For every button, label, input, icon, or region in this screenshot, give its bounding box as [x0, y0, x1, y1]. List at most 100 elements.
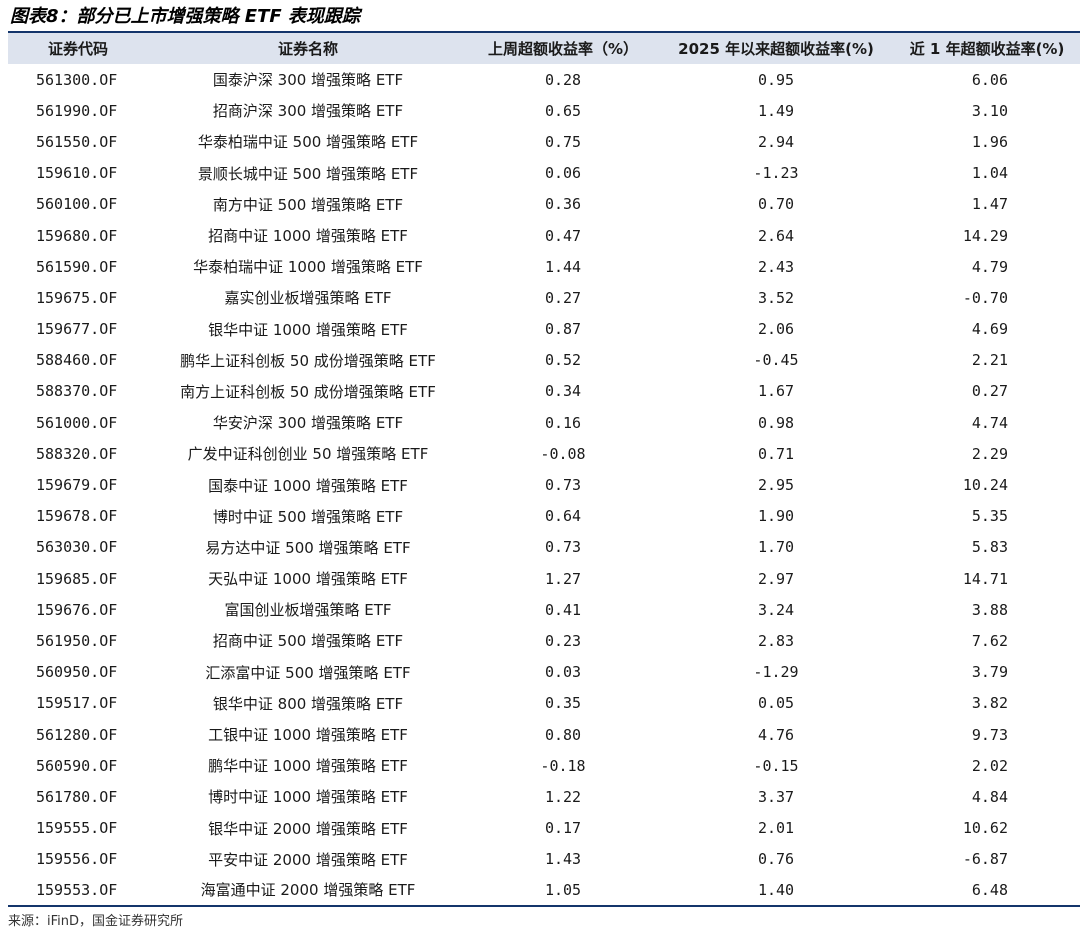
- cell-security-code: 560100.OF: [36, 195, 118, 214]
- cell-security-name: 汇添富中证 500 增强策略 ETF: [205, 663, 411, 682]
- cell-ytd-excess: 1.90: [757, 507, 795, 526]
- cell-ytd-excess: 2.01: [757, 819, 795, 838]
- cell-ytd-excess: 2.43: [757, 257, 795, 276]
- cell-security-name: 天弘中证 1000 增强策略 ETF: [208, 570, 408, 589]
- cell-1y-excess: 7.62: [971, 631, 1008, 650]
- cell-ytd-excess: 2.64: [757, 226, 795, 245]
- cell-1y-excess: 0.27: [971, 382, 1008, 401]
- table-row: 561000.OF 华安沪深 300 增强策略 ETF 0.16 0.98 4.74: [8, 407, 1080, 438]
- cell-security-name: 国泰沪深 300 增强策略 ETF: [212, 71, 404, 90]
- cell-security-name: 招商中证 500 增强策略 ETF: [212, 632, 404, 651]
- cell-last-week-excess: 0.06: [544, 164, 582, 183]
- table-row: 588370.OF 南方上证科创板 50 成份增强策略 ETF 0.34 1.67 0.…: [8, 376, 1080, 407]
- cell-last-week-excess: 1.22: [544, 787, 582, 806]
- table-row: 561590.OF 华泰柏瑞中证 1000 增强策略 ETF 1.44 2.43 4.7…: [8, 251, 1080, 282]
- header-1y-excess: 近 1 年超额收益率(%): [909, 40, 1065, 58]
- cell-1y-excess: -0.70: [962, 288, 1008, 307]
- cell-security-name: 华泰柏瑞中证 1000 增强策略 ETF: [193, 258, 423, 277]
- cell-ytd-excess: 0.98: [757, 413, 795, 432]
- cell-security-name: 富国创业板增强策略 ETF: [224, 601, 392, 620]
- cell-ytd-excess: 2.06: [757, 320, 795, 339]
- cell-1y-excess: 5.83: [971, 538, 1008, 557]
- table-row: 159675.OF 嘉实创业板增强策略 ETF 0.27 3.52 -0.70: [8, 282, 1080, 313]
- cell-security-code: 561780.OF: [36, 787, 118, 806]
- cell-security-code: 159675.OF: [36, 288, 118, 307]
- cell-ytd-excess: 1.70: [757, 538, 795, 557]
- cell-1y-excess: 4.84: [971, 787, 1008, 806]
- cell-ytd-excess: 3.24: [757, 600, 795, 619]
- cell-last-week-excess: 0.80: [544, 725, 582, 744]
- cell-security-code: 561280.OF: [36, 725, 118, 744]
- cell-1y-excess: 3.82: [971, 694, 1008, 713]
- table-row: 588460.OF 鹏华上证科创板 50 成份增强策略 ETF 0.52 -0.45 2…: [8, 345, 1080, 376]
- header-security-code: 证券代码: [47, 40, 108, 58]
- cell-security-name: 平安中证 2000 增强策略 ETF: [208, 850, 408, 869]
- cell-1y-excess: 1.96: [971, 132, 1008, 151]
- cell-last-week-excess: 0.47: [544, 226, 582, 245]
- table-row: 563030.OF 易方达中证 500 增强策略 ETF 0.73 1.70 5.83: [8, 532, 1080, 563]
- table-row: 159676.OF 富国创业板增强策略 ETF 0.41 3.24 3.88: [8, 594, 1080, 625]
- cell-security-name: 招商沪深 300 增强策略 ETF: [212, 102, 404, 121]
- cell-1y-excess: 10.62: [962, 819, 1008, 838]
- cell-ytd-excess: 3.37: [757, 787, 795, 806]
- cell-security-name: 鹏华中证 1000 增强策略 ETF: [208, 757, 408, 776]
- cell-1y-excess: 2.02: [971, 756, 1008, 775]
- cell-last-week-excess: 0.75: [544, 132, 582, 151]
- cell-ytd-excess: 1.40: [757, 880, 795, 899]
- cell-last-week-excess: 0.16: [544, 413, 582, 432]
- cell-ytd-excess: -1.29: [753, 663, 799, 682]
- table-row: 561280.OF 工银中证 1000 增强策略 ETF 0.80 4.76 9.73: [8, 719, 1080, 750]
- table-row: 561550.OF 华泰柏瑞中证 500 增强策略 ETF 0.75 2.94 1.96: [8, 126, 1080, 157]
- cell-last-week-excess: 0.73: [544, 476, 582, 495]
- cell-security-name: 银华中证 2000 增强策略 ETF: [208, 819, 408, 838]
- cell-security-name: 华安沪深 300 增强策略 ETF: [212, 414, 404, 433]
- cell-security-name: 招商中证 1000 增强策略 ETF: [208, 227, 408, 246]
- cell-security-name: 工银中证 1000 增强策略 ETF: [208, 726, 408, 745]
- cell-security-name: 海富通中证 2000 增强策略 ETF: [200, 881, 416, 900]
- cell-security-code: 560590.OF: [36, 756, 118, 775]
- table-body: 561300.OF 国泰沪深 300 增强策略 ETF 0.28 0.95 6.06 56…: [8, 64, 1080, 907]
- cell-security-name: 南方中证 500 增强策略 ETF: [212, 195, 404, 214]
- cell-ytd-excess: 0.95: [757, 70, 795, 89]
- cell-security-code: 561590.OF: [36, 257, 118, 276]
- cell-security-code: 588370.OF: [36, 382, 118, 401]
- cell-last-week-excess: 1.27: [544, 569, 582, 588]
- cell-ytd-excess: 3.52: [757, 288, 795, 307]
- cell-security-name: 银华中证 1000 增强策略 ETF: [208, 320, 408, 339]
- cell-last-week-excess: 1.44: [544, 257, 582, 276]
- table-row: 561300.OF 国泰沪深 300 增强策略 ETF 0.28 0.95 6.06: [8, 64, 1080, 95]
- cell-ytd-excess: 0.70: [757, 195, 795, 214]
- cell-security-name: 国泰中证 1000 增强策略 ETF: [208, 476, 408, 495]
- table-row: 560950.OF 汇添富中证 500 增强策略 ETF 0.03 -1.29 3.79: [8, 657, 1080, 688]
- cell-security-code: 159555.OF: [36, 819, 118, 838]
- cell-last-week-excess: 0.35: [544, 694, 582, 713]
- cell-ytd-excess: 0.71: [757, 444, 795, 463]
- cell-security-code: 159677.OF: [36, 320, 118, 339]
- cell-last-week-excess: 0.65: [544, 101, 582, 120]
- cell-security-code: 159676.OF: [36, 600, 118, 619]
- cell-1y-excess: 6.06: [971, 70, 1008, 89]
- cell-ytd-excess: 0.76: [757, 850, 795, 869]
- cell-security-code: 561990.OF: [36, 101, 118, 120]
- cell-last-week-excess: 1.05: [544, 880, 582, 899]
- table-row: 159556.OF 平安中证 2000 增强策略 ETF 1.43 0.76 -6.87: [8, 844, 1080, 875]
- cell-ytd-excess: -0.45: [753, 351, 799, 370]
- cell-security-code: 561000.OF: [36, 413, 118, 432]
- cell-security-name: 银华中证 800 增强策略 ETF: [212, 694, 404, 713]
- cell-last-week-excess: 0.52: [544, 351, 582, 370]
- cell-security-code: 159610.OF: [36, 164, 118, 183]
- table-row: 159517.OF 银华中证 800 增强策略 ETF 0.35 0.05 3.82: [8, 688, 1080, 719]
- cell-ytd-excess: 2.94: [757, 132, 795, 151]
- cell-1y-excess: 6.48: [971, 880, 1008, 899]
- cell-security-code: 159685.OF: [36, 569, 118, 588]
- cell-1y-excess: 1.04: [971, 164, 1008, 183]
- cell-1y-excess: 2.21: [971, 351, 1008, 370]
- etf-performance-table: 证券代码 证券名称 上周超额收益率（%） 2025 年以来超额收益率(%) 近 …: [8, 31, 1080, 907]
- cell-1y-excess: -6.87: [962, 850, 1008, 869]
- cell-security-code: 159679.OF: [36, 476, 118, 495]
- table-row: 560590.OF 鹏华中证 1000 增强策略 ETF -0.18 -0.15 2.0…: [8, 750, 1080, 781]
- cell-ytd-excess: 0.05: [757, 694, 795, 713]
- cell-security-code: 560950.OF: [36, 663, 118, 682]
- cell-security-code: 561950.OF: [36, 631, 118, 650]
- cell-security-name: 嘉实创业板增强策略 ETF: [224, 289, 392, 308]
